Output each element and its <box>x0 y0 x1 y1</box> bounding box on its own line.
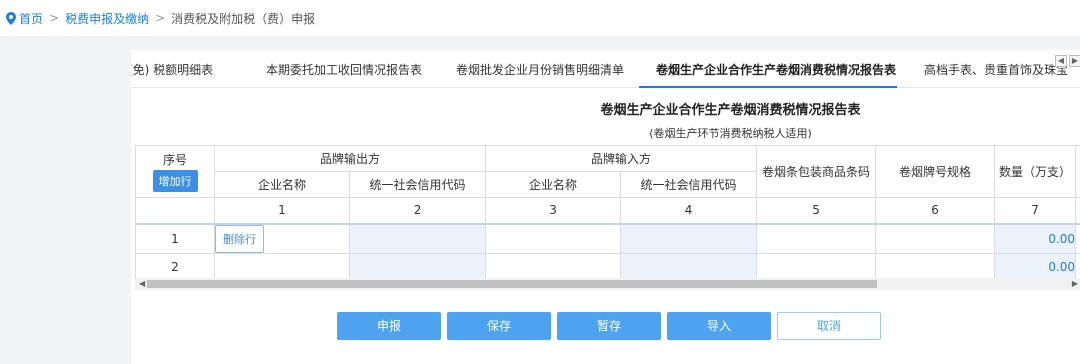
brand-input-header: 品牌输入方 <box>485 145 758 172</box>
brand-spec-input[interactable] <box>875 223 996 254</box>
barcode-input[interactable] <box>756 223 877 254</box>
scrollbar-thumb[interactable] <box>147 280 877 288</box>
breadcrumb-home[interactable]: 首页 <box>19 10 43 27</box>
input-company-name-input[interactable] <box>485 223 622 254</box>
tab-bar: (免) 税额明细表 本期委托加工收回情况报告表 卷烟批发企业月份销售明细清单 卷… <box>131 50 1080 88</box>
tab-luxury-watches-jewelry[interactable]: 高档手表、贵重首饰及珠宝 <box>924 50 1068 88</box>
tab-entrusted-processing-report[interactable]: 本期委托加工收回情况报告表 <box>266 50 422 88</box>
delete-row-button[interactable]: 删除行 <box>215 224 264 253</box>
output-company-name-header: 企业名称 <box>214 171 350 198</box>
report-title: 卷烟生产企业合作生产卷烟消费税情况报告表 <box>600 103 861 118</box>
output-credit-code-header: 统一社会信用代码 <box>348 171 487 198</box>
save-button[interactable]: 保存 <box>447 312 551 340</box>
table-horizontal-scrollbar[interactable]: ◀ ▶ <box>135 278 1080 290</box>
breadcrumb-current: 消费税及附加税（费）申报 <box>171 11 316 26</box>
action-bar: 申报 保存 暂存 导入 取消 <box>131 312 1080 340</box>
temp-save-button[interactable]: 暂存 <box>557 312 661 340</box>
report-subtitle: (卷烟生产环节消费税纳税人适用) <box>649 127 812 140</box>
input-credit-code-input[interactable] <box>620 223 758 254</box>
tab-wholesale-monthly-sales[interactable]: 卷烟批发企业月份销售明细清单 <box>456 50 624 88</box>
breadcrumb-tax-declaration[interactable]: 税费申报及缴纳 <box>65 10 149 27</box>
report-table-viewport: 序号 增加行 品牌输出方 品牌输入方 卷烟条包装商品条码 卷烟牌号规格 数量（万… <box>135 145 1080 278</box>
table-row: 1 删除行 0.00 <box>135 223 1080 254</box>
scroll-right-arrow-icon[interactable]: ▶ <box>1072 278 1078 290</box>
row-seq: 2 <box>135 252 215 278</box>
tab-tax-exemption-detail[interactable]: (免) 税额明细表 <box>131 50 213 88</box>
column-number-blank <box>135 197 215 225</box>
column-number: 5 <box>756 197 877 225</box>
quantity-header: 数量（万支） <box>994 145 1077 198</box>
declare-button[interactable]: 申报 <box>337 312 441 340</box>
column-number: 3 <box>485 197 622 225</box>
column-number: 7 <box>994 197 1077 225</box>
barcode-input[interactable] <box>756 252 877 278</box>
report-table: 序号 增加行 品牌输出方 品牌输入方 卷烟条包装商品条码 卷烟牌号规格 数量（万… <box>135 145 1080 278</box>
column-number: 2 <box>348 197 487 225</box>
quantity-input[interactable]: 0.00 <box>994 223 1077 254</box>
input-company-name-input[interactable] <box>485 252 622 278</box>
tab-cooperative-production-report[interactable]: 卷烟生产企业合作生产卷烟消费税情况报告表 <box>656 50 896 88</box>
brand-output-header: 品牌输出方 <box>213 145 487 172</box>
table-row: 2 0.00 <box>135 252 1080 278</box>
row-seq: 1 <box>135 223 215 254</box>
input-credit-code-header: 统一社会信用代码 <box>620 171 758 198</box>
tab-scroll-left-button[interactable]: ◀ <box>1055 55 1067 67</box>
left-gutter <box>0 36 131 364</box>
column-number: 4 <box>620 197 758 225</box>
location-pin-icon <box>6 11 16 25</box>
seq-header-cell: 序号 增加行 <box>135 145 215 198</box>
input-company-name-header: 企业名称 <box>485 171 622 198</box>
column-number-blank <box>1075 197 1080 225</box>
brand-spec-input[interactable] <box>875 252 996 278</box>
add-row-button[interactable]: 增加行 <box>152 170 198 192</box>
active-tab-indicator <box>639 86 897 88</box>
cancel-button[interactable]: 取消 <box>777 312 881 340</box>
breadcrumb-separator: > <box>49 11 60 25</box>
report-panel: (免) 税额明细表 本期委托加工收回情况报告表 卷烟批发企业月份销售明细清单 卷… <box>131 50 1080 364</box>
column-number: 1 <box>214 197 350 225</box>
output-company-name-input[interactable] <box>214 252 350 278</box>
input-credit-code-input[interactable] <box>620 252 758 278</box>
row-actions-cell: 删除行 <box>214 223 350 254</box>
breadcrumb-separator: > <box>155 11 166 25</box>
tab-scroll-right-button[interactable]: ▶ <box>1069 55 1080 67</box>
extra-cell <box>1075 223 1080 254</box>
output-credit-code-input[interactable] <box>348 223 487 254</box>
breadcrumb: 首页 > 税费申报及缴纳 > 消费税及附加税（费）申报 <box>0 0 1080 36</box>
quantity-input[interactable]: 0.00 <box>994 252 1077 278</box>
scroll-left-arrow-icon[interactable]: ◀ <box>139 278 145 290</box>
column-number: 6 <box>875 197 996 225</box>
extra-column-header <box>1075 145 1080 198</box>
import-button[interactable]: 导入 <box>667 312 771 340</box>
extra-cell <box>1075 252 1080 278</box>
seq-header: 序号 <box>162 153 187 167</box>
output-credit-code-input[interactable] <box>348 252 487 278</box>
barcode-header: 卷烟条包装商品条码 <box>756 145 877 198</box>
brand-spec-header: 卷烟牌号规格 <box>875 145 996 198</box>
